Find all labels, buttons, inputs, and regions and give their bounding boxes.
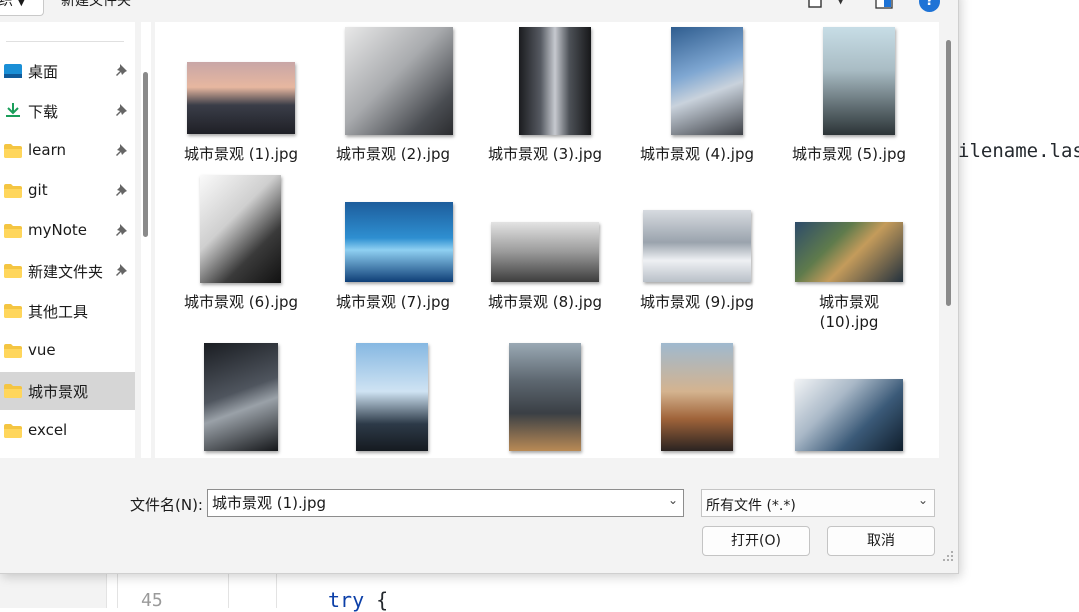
file-name: (10).jpg [819, 313, 879, 331]
sidebar-item[interactable]: excel [0, 412, 135, 450]
file-name: 城市景观 (2).jpg [336, 145, 450, 163]
new-folder-button[interactable]: 新建文件夹 [61, 0, 131, 12]
code-fragment: ilename.las [958, 140, 1079, 162]
sidebar-item-label: vue [28, 341, 56, 359]
download-icon [6, 103, 20, 117]
sidebar-item-label: 桌面 [28, 63, 59, 81]
file-thumbnail [795, 222, 903, 282]
folder-icon [4, 184, 22, 198]
files-scrollbar-thumb[interactable] [946, 40, 951, 306]
open-file-dialog: 织 ▼ 新建文件夹 ▼ ? 桌面下载 learn git myNote 新建文件夹其他工… [0, 0, 959, 574]
sidebar-item[interactable]: 其他工具 [0, 292, 135, 330]
help-icon[interactable]: ? [919, 0, 940, 12]
file-thumbnail [671, 27, 743, 135]
pin-icon [116, 264, 127, 276]
try-keyword: try [328, 588, 365, 612]
pin-icon [116, 104, 127, 116]
sidebar-item-label: 下载 [28, 103, 59, 121]
chevron-down-icon: ▼ [17, 0, 26, 8]
pin-icon [116, 224, 127, 236]
file-thumbnail [823, 27, 895, 135]
nav-divider [6, 41, 124, 42]
command-bar: 织 ▼ 新建文件夹 ▼ ? [0, 0, 958, 22]
file-thumbnail [795, 379, 903, 451]
folder-icon [4, 424, 22, 438]
gutter-divider [117, 572, 118, 608]
file-thumbnail [509, 343, 581, 451]
sidebar-item[interactable]: vue [0, 332, 135, 370]
sidebar-item[interactable]: git [0, 172, 135, 210]
open-brace: { [376, 588, 389, 612]
file-name: 城市景观 (3).jpg [488, 145, 602, 163]
gutter-divider [228, 572, 229, 608]
nav-scrollbar-thumb[interactable] [143, 72, 148, 237]
editor-gutter-shade [0, 572, 106, 608]
file-name: 城市景观 (5).jpg [792, 145, 906, 163]
file-name: 城市景观 (8).jpg [488, 293, 602, 311]
folder-icon [4, 344, 22, 358]
filename-input[interactable]: 城市景观 (1).jpg [207, 489, 684, 517]
folder-icon [4, 384, 22, 398]
open-button[interactable]: 打开(O) [702, 526, 810, 556]
file-name: 城市景观 (9).jpg [640, 293, 754, 311]
sidebar-item[interactable]: 桌面 [0, 52, 135, 90]
sidebar-item[interactable]: 下载 [0, 92, 135, 130]
sidebar-item[interactable]: myNote [0, 212, 135, 250]
resize-grip-icon[interactable] [942, 550, 954, 562]
sidebar-item-label: 其他工具 [28, 303, 89, 321]
file-thumbnail [661, 343, 733, 451]
file-name: 城市景观 [818, 293, 879, 311]
file-thumbnail [356, 343, 428, 451]
preview-pane-icon[interactable] [875, 0, 893, 9]
desktop-icon [4, 64, 22, 78]
navigation-pane: 桌面下载 learn git myNote 新建文件夹其他工具 vue 城市景观 excel [0, 22, 135, 458]
view-mode-icon[interactable] [808, 0, 822, 8]
organize-button[interactable]: 织 ▼ [0, 0, 44, 16]
file-thumbnail [491, 222, 599, 282]
folder-icon [4, 264, 22, 278]
code-line[interactable]: try { [328, 588, 388, 612]
filetype-select[interactable]: 所有文件 (*.*) [701, 489, 935, 517]
sidebar-item-label: 城市景观 [28, 383, 89, 401]
file-list-pane: 城市景观 (1).jpg 城市景观 (2).jpg 城市景观 (3).jpg 城市景观… [155, 22, 939, 458]
file-thumbnail [519, 27, 591, 135]
file-thumbnail [187, 62, 295, 134]
sidebar-item[interactable]: learn [0, 132, 135, 170]
file-name: 城市景观 (7).jpg [336, 293, 450, 311]
chevron-down-icon[interactable]: ⌄ [668, 493, 678, 507]
folder-icon [4, 304, 22, 318]
file-name: 城市景观 (1).jpg [184, 145, 298, 163]
file-thumbnail [643, 210, 751, 282]
file-thumbnail [200, 175, 281, 283]
sidebar-item-label: learn [28, 141, 66, 159]
file-thumbnail [345, 202, 453, 282]
filename-label: 文件名(N): [130, 496, 203, 514]
sidebar-item-label: git [28, 181, 48, 199]
pin-icon [116, 184, 127, 196]
sidebar-item[interactable]: 新建文件夹 [0, 252, 135, 290]
cancel-button[interactable]: 取消 [827, 526, 935, 556]
folder-icon [4, 144, 22, 158]
sidebar-item[interactable]: 城市景观 [0, 372, 135, 410]
pin-icon [116, 144, 127, 156]
chevron-down-icon[interactable]: ▼ [836, 0, 845, 6]
sidebar-item-label: excel [28, 421, 68, 439]
sidebar-item-label: myNote [28, 221, 87, 239]
organize-label: 织 [0, 0, 13, 9]
gutter-divider [106, 572, 107, 608]
gutter-divider [276, 572, 277, 608]
chevron-down-icon[interactable]: ⌄ [918, 493, 928, 507]
file-name: 城市景观 (6).jpg [184, 293, 298, 311]
file-thumbnail [204, 343, 278, 451]
file-thumbnail [345, 27, 453, 135]
pin-icon [116, 64, 127, 76]
file-name: 城市景观 (4).jpg [640, 145, 754, 163]
folder-icon [4, 224, 22, 238]
sidebar-item-label: 新建文件夹 [28, 263, 104, 281]
